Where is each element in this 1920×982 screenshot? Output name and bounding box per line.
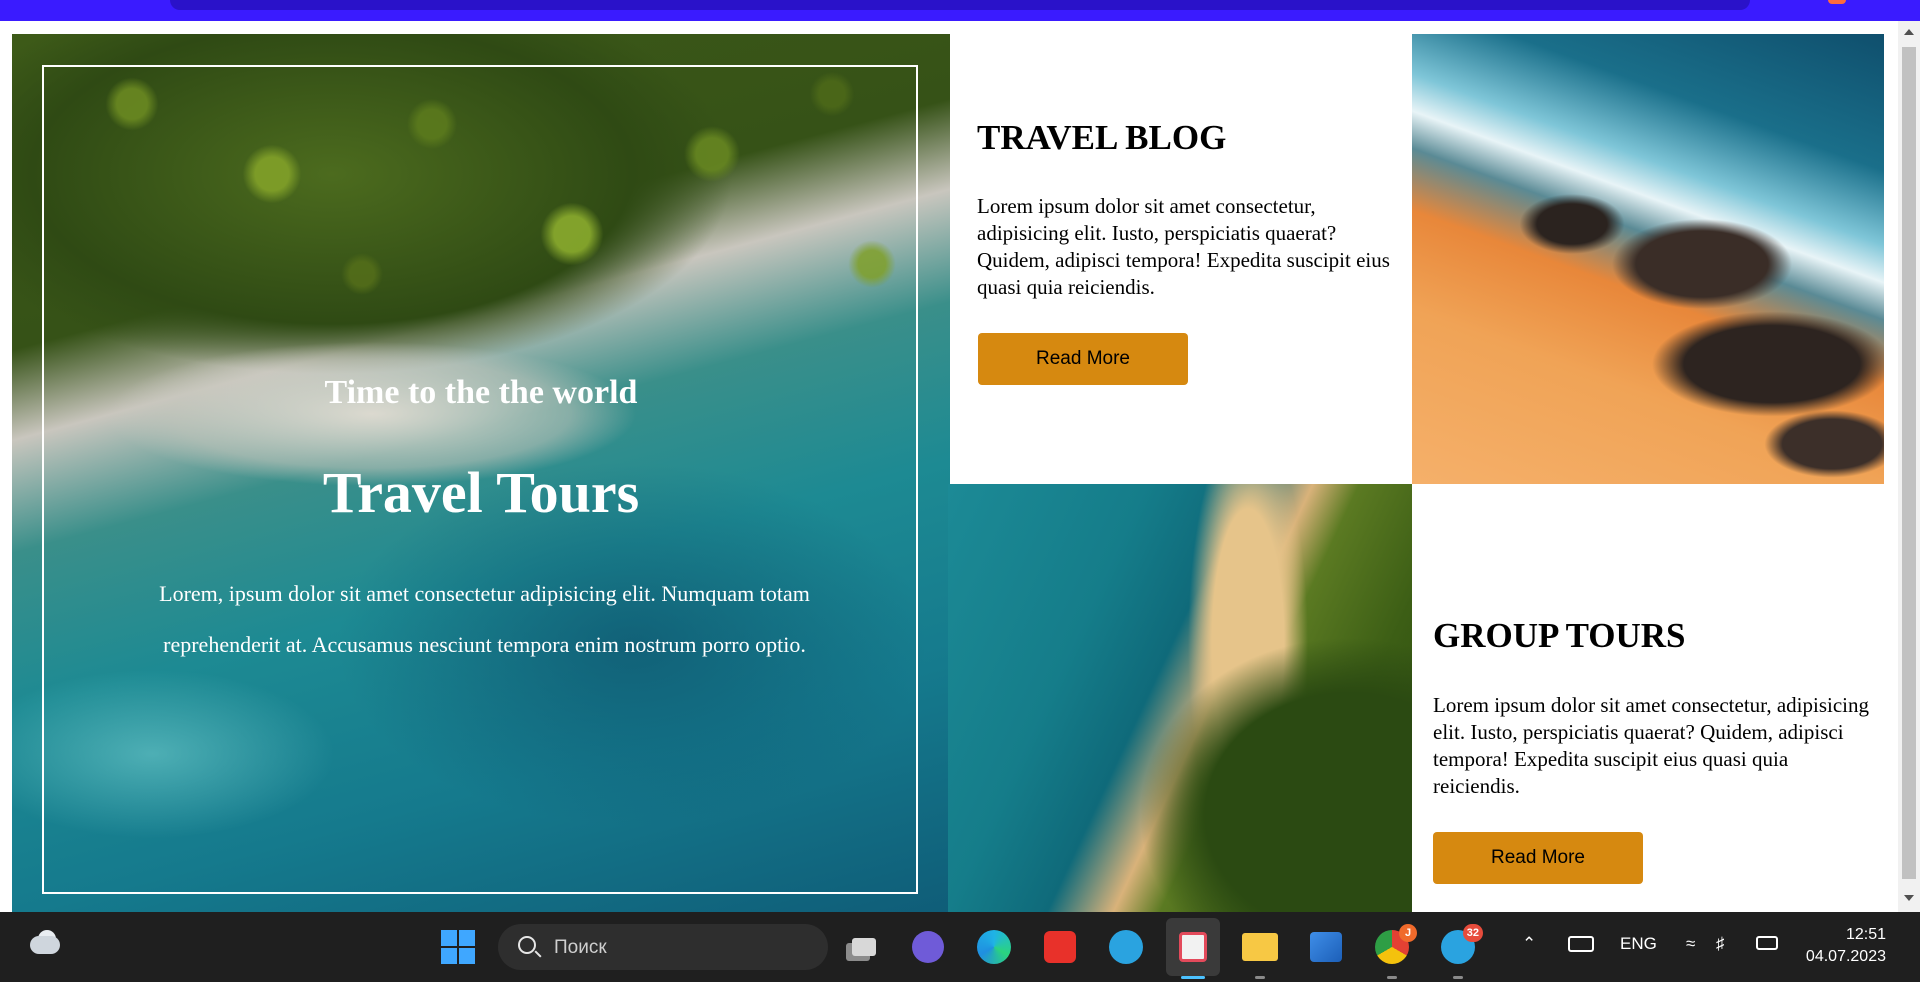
browser-top-bar bbox=[0, 0, 1920, 21]
wifi-icon[interactable]: ≈ bbox=[1686, 934, 1695, 954]
wps-shape bbox=[1044, 931, 1076, 963]
weather-widget-icon[interactable] bbox=[28, 928, 62, 958]
system-clock[interactable]: 12:51 04.07.2023 bbox=[1806, 924, 1886, 968]
telegram-shape: 32 bbox=[1441, 924, 1483, 964]
search-icon bbox=[518, 936, 536, 954]
running-indicator bbox=[1453, 976, 1463, 979]
coastline-photo bbox=[948, 484, 1412, 912]
group-tours-read-more-button[interactable]: Read More bbox=[1433, 832, 1643, 884]
clock-time: 12:51 bbox=[1845, 926, 1886, 943]
start-tile bbox=[441, 948, 457, 964]
windows-start-icon[interactable] bbox=[438, 927, 478, 967]
group-tours-card: GROUP TOURS Lorem ipsum dolor sit amet c… bbox=[1412, 484, 1884, 912]
task-view-icon[interactable] bbox=[844, 927, 884, 967]
folder-shape bbox=[1242, 933, 1278, 961]
cloud-shape bbox=[30, 936, 60, 954]
chevron-up-icon[interactable]: ⌃ bbox=[1522, 934, 1536, 954]
start-tile bbox=[441, 930, 457, 946]
page-scrollbar[interactable] bbox=[1898, 21, 1920, 912]
edge-browser-icon[interactable] bbox=[974, 927, 1014, 967]
snip-shape bbox=[1179, 932, 1207, 962]
snipping-tool-icon[interactable] bbox=[1173, 927, 1213, 967]
running-indicator bbox=[1387, 976, 1397, 979]
page-content: Time to the the world Travel Tours Lorem… bbox=[0, 21, 1898, 912]
volume-icon[interactable]: ♯ bbox=[1716, 934, 1725, 954]
keyboard-icon[interactable] bbox=[1568, 936, 1594, 952]
battery-icon[interactable] bbox=[1756, 936, 1778, 950]
wps-office-icon[interactable] bbox=[1040, 927, 1080, 967]
chrome-profile-badge: J bbox=[1399, 924, 1417, 942]
task-view-shape bbox=[852, 938, 876, 956]
rocky-shore-photo bbox=[1412, 34, 1884, 484]
windows-taskbar: Поиск J 32 ⌃ ENG ≈ ♯ 12:51 04.07.2023 bbox=[0, 912, 1920, 982]
scrollbar-thumb[interactable] bbox=[1902, 47, 1916, 879]
meet-shape bbox=[912, 931, 944, 963]
telegram-unread-badge: 32 bbox=[1462, 924, 1483, 942]
clock-date: 04.07.2023 bbox=[1805, 948, 1886, 965]
start-tile bbox=[459, 930, 475, 946]
telegram-icon[interactable] bbox=[1106, 927, 1146, 967]
hero-banner: Time to the the world Travel Tours Lorem… bbox=[12, 34, 950, 912]
file-explorer-icon[interactable] bbox=[1240, 927, 1280, 967]
search-placeholder: Поиск bbox=[554, 937, 607, 958]
chrome-shape: J bbox=[1375, 924, 1417, 964]
language-indicator[interactable]: ENG bbox=[1620, 934, 1657, 954]
running-indicator bbox=[1255, 976, 1265, 979]
scroll-down-arrow-icon[interactable] bbox=[1904, 895, 1914, 901]
travel-blog-card: TRAVEL BLOG Lorem ipsum dolor sit amet c… bbox=[950, 34, 1412, 484]
chrome-icon[interactable]: J bbox=[1372, 924, 1417, 967]
hero-title: Travel Tours bbox=[322, 460, 640, 525]
group-tours-text: Lorem ipsum dolor sit amet consectetur, … bbox=[1433, 693, 1869, 798]
edge-shape bbox=[977, 930, 1011, 964]
telegram-icon[interactable]: 32 bbox=[1438, 924, 1483, 967]
address-bar-edge[interactable] bbox=[170, 0, 1750, 10]
photos-shape bbox=[1310, 932, 1342, 962]
hero-kicker: Time to the the world bbox=[324, 374, 638, 411]
travel-blog-read-more-button[interactable]: Read More bbox=[978, 333, 1188, 385]
photos-icon[interactable] bbox=[1306, 927, 1346, 967]
profile-avatar-edge[interactable] bbox=[1828, 0, 1846, 4]
taskbar-search-box[interactable]: Поиск bbox=[498, 924, 828, 970]
scroll-up-arrow-icon[interactable] bbox=[1904, 29, 1914, 35]
start-tile bbox=[459, 948, 475, 964]
travel-blog-text: Lorem ipsum dolor sit amet consectetur, … bbox=[977, 194, 1390, 299]
travel-blog-heading: TRAVEL BLOG bbox=[977, 118, 1227, 157]
hero-description: Lorem, ipsum dolor sit amet consectetur … bbox=[159, 581, 810, 657]
group-tours-heading: GROUP TOURS bbox=[1433, 616, 1686, 655]
meet-camera-icon[interactable] bbox=[908, 927, 948, 967]
telegram-shape bbox=[1109, 930, 1143, 964]
active-indicator bbox=[1181, 976, 1205, 979]
